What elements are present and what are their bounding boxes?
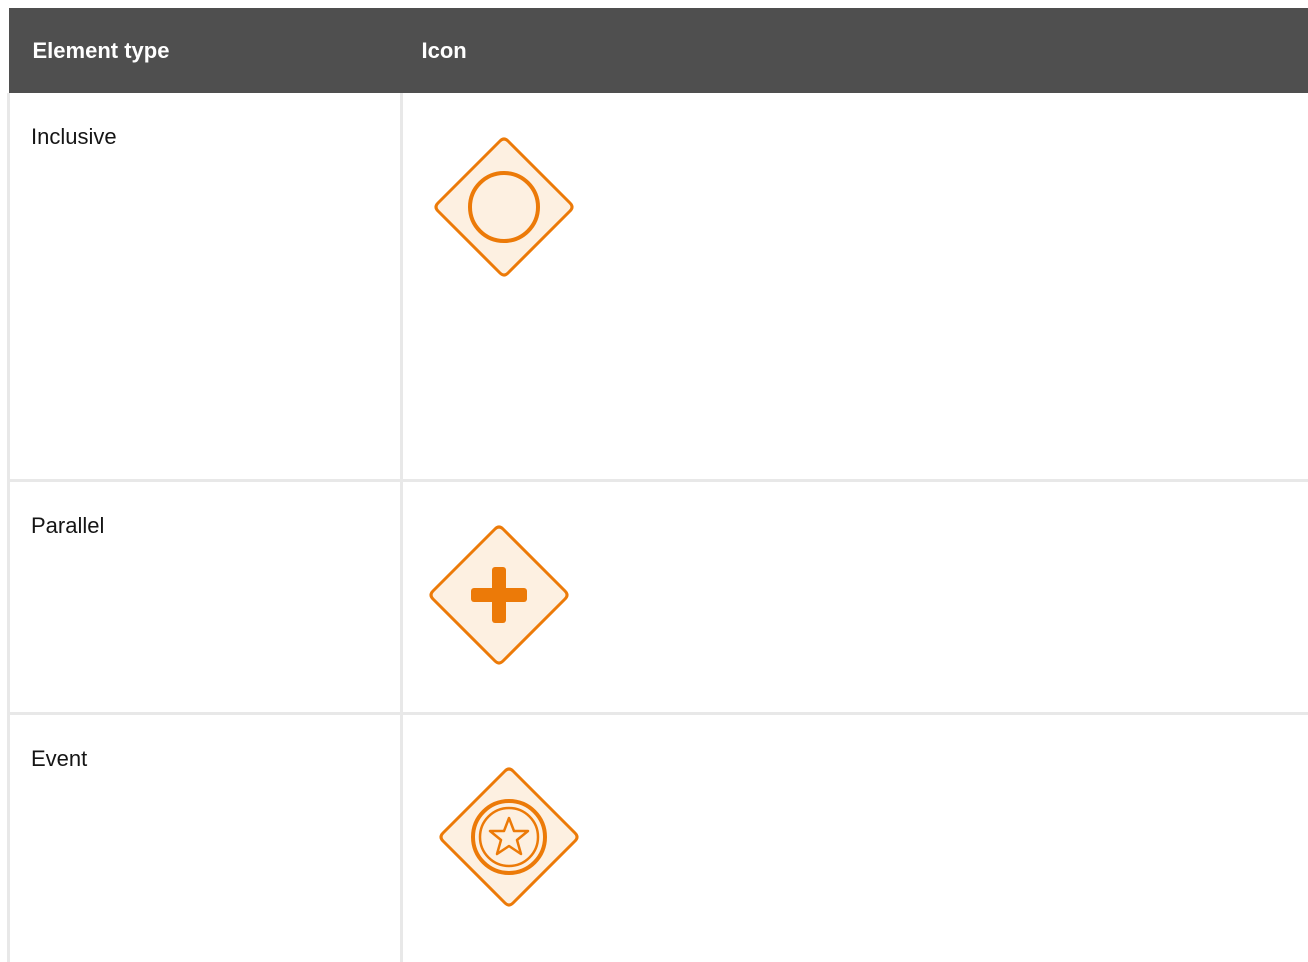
element-type-label: Parallel xyxy=(31,513,105,538)
icon-cell xyxy=(401,93,1308,482)
table-row: Event xyxy=(7,713,1308,962)
parallel-gateway-icon xyxy=(425,525,575,675)
table-header-row: Element type Icon xyxy=(8,8,1308,93)
element-type-cell: Event xyxy=(7,713,403,962)
element-type-label: Event xyxy=(31,746,88,771)
gateway-types-table-container: Element type Icon Inclusive Parallel Eve… xyxy=(7,8,1308,962)
icon-cell xyxy=(401,480,1308,715)
icon-cell xyxy=(402,714,1308,962)
header-icon: Icon xyxy=(401,8,1308,93)
element-type-label: Inclusive xyxy=(31,124,117,149)
table-row: Inclusive xyxy=(7,93,1308,482)
table-row: Parallel xyxy=(7,480,1308,715)
header-element-type: Element type xyxy=(8,8,402,93)
element-type-cell: Parallel xyxy=(7,480,403,715)
gateway-types-table: Element type Icon Inclusive Parallel Eve… xyxy=(7,8,1308,962)
element-type-cell: Inclusive xyxy=(7,93,403,482)
event-gateway-icon xyxy=(435,767,585,917)
inclusive-gateway-icon xyxy=(430,137,580,287)
